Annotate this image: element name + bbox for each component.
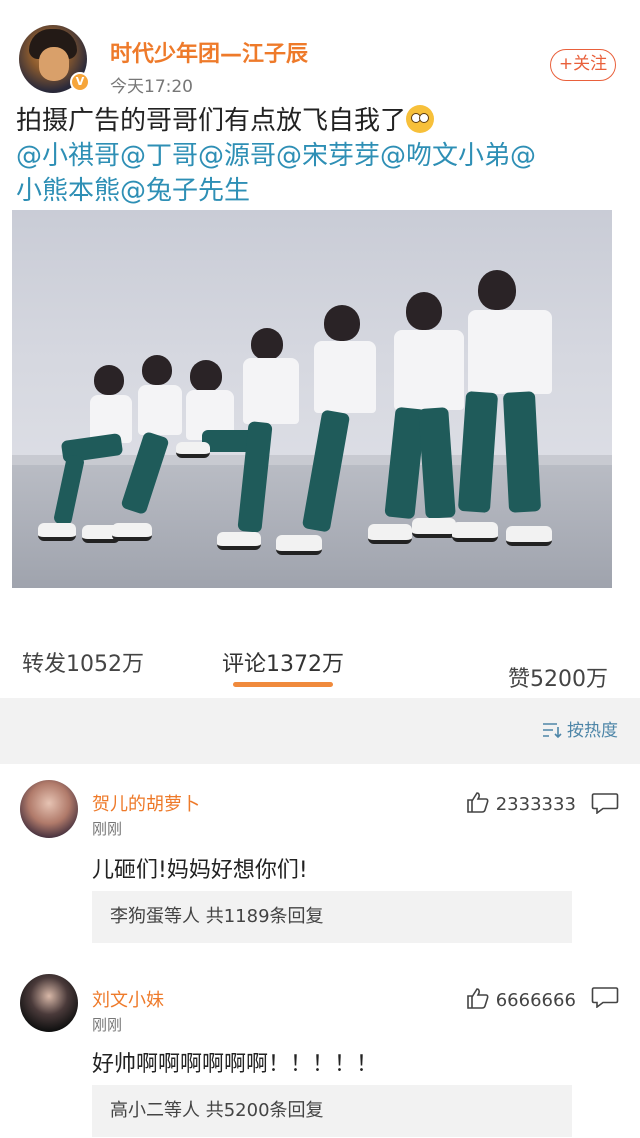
sort-icon — [542, 723, 562, 739]
action-bar: 转发1052万 评论1372万 赞5200万 — [0, 628, 640, 698]
post-photo[interactable] — [12, 210, 612, 588]
follow-button[interactable]: +关注 — [550, 49, 616, 81]
comments-tab[interactable]: 评论1372万 — [222, 646, 344, 678]
commenter-avatar[interactable] — [20, 974, 78, 1032]
likes-tab[interactable]: 赞5200万 — [508, 661, 608, 693]
comment-replies[interactable]: 高小二等人 共5200条回复 — [92, 1085, 572, 1137]
repost-tab[interactable]: 转发1052万 — [22, 646, 144, 678]
active-tab-indicator — [233, 682, 333, 687]
comment-text: 儿砸们!妈妈好想你们! — [92, 858, 308, 883]
comment-like-button[interactable]: 6666666 — [466, 986, 576, 1011]
reply-icon[interactable] — [591, 986, 619, 1008]
sort-by-hot-button[interactable]: 按热度 — [542, 716, 618, 741]
reply-icon[interactable] — [591, 792, 619, 814]
commenter-name[interactable]: 贺儿的胡萝卜 — [92, 790, 200, 816]
comment-item: 刘文小妹 刚刚 6666666 好帅啊啊啊啊啊啊！！！！！ 高小二等人 共520… — [0, 958, 640, 1138]
comment-item: 贺儿的胡萝卜 刚刚 2333333 儿砸们!妈妈好想你们! 李狗蛋等人 共118… — [0, 764, 640, 958]
sort-bar: 按热度 — [0, 698, 640, 764]
post-header: V 时代少年团—江子辰 今天17:20 +关注 — [0, 0, 640, 100]
mentions-line-1[interactable]: @小祺哥@丁哥@源哥@宋芽芽@吻文小弟@ — [16, 139, 628, 174]
comment-text: 好帅啊啊啊啊啊啊！！！！！ — [92, 1052, 379, 1077]
comment-time: 刚刚 — [92, 1016, 123, 1034]
thumbs-up-icon — [467, 988, 489, 1009]
avatar-face — [39, 47, 69, 81]
mentions-line-2[interactable]: 小熊本熊@兔子先生 — [16, 174, 628, 209]
post-body: 拍摄广告的哥哥们有点放飞自我了 — [16, 106, 407, 136]
commenter-avatar[interactable] — [20, 780, 78, 838]
sort-label: 按热度 — [567, 721, 618, 741]
author-name[interactable]: 时代少年团—江子辰 — [110, 36, 308, 68]
commenter-name[interactable]: 刘文小妹 — [92, 986, 164, 1012]
comment-time: 刚刚 — [92, 820, 123, 838]
comment-like-count: 2333333 — [495, 794, 576, 815]
flushed-face-icon — [406, 105, 435, 133]
comment-like-count: 6666666 — [495, 990, 576, 1011]
thumbs-up-icon — [467, 792, 489, 813]
verified-badge-icon: V — [70, 72, 90, 92]
comment-replies[interactable]: 李狗蛋等人 共1189条回复 — [92, 891, 572, 943]
post-time: 今天17:20 — [110, 77, 193, 97]
post-text: 拍摄广告的哥哥们有点放飞自我了 @小祺哥@丁哥@源哥@宋芽芽@吻文小弟@ 小熊本… — [16, 104, 628, 209]
comment-like-button[interactable]: 2333333 — [466, 790, 576, 815]
